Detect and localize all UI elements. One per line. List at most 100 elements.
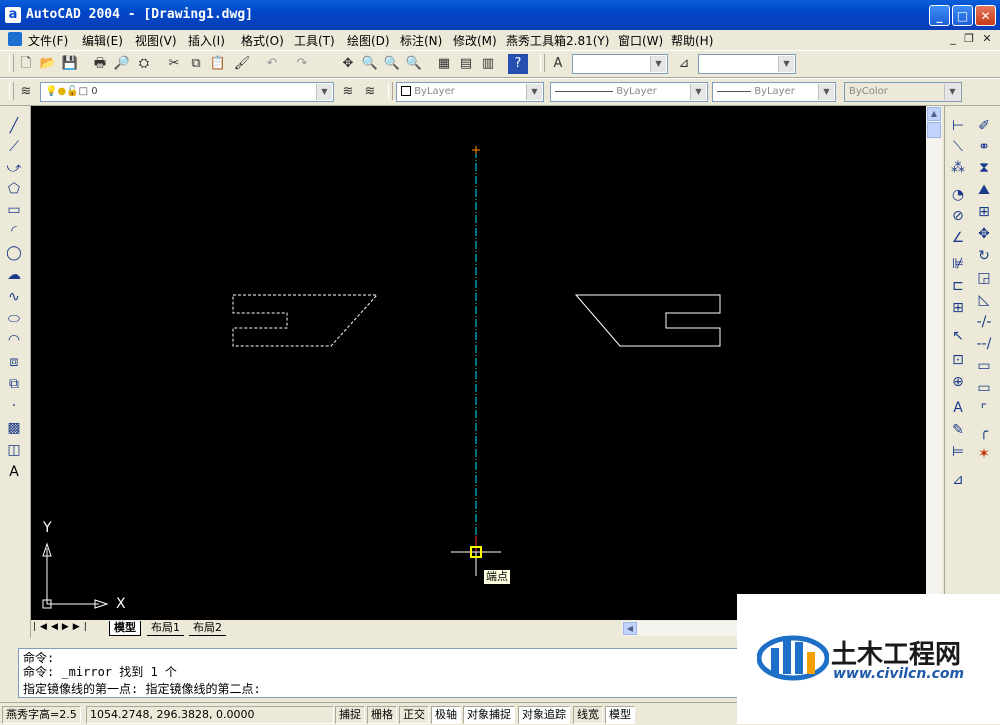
drawing-canvas[interactable]: Y X 端点 (31, 106, 926, 620)
mdi-minimize-button[interactable]: _ (946, 32, 960, 46)
move-icon[interactable]: ✥ (973, 224, 995, 244)
polyline-icon[interactable]: ⤻ (3, 158, 25, 178)
scale-icon[interactable]: ◲ (973, 268, 995, 288)
menu-window[interactable]: 窗口(W) (618, 32, 663, 49)
pan-icon[interactable]: ✥ (338, 54, 358, 74)
construction-line-icon[interactable]: ⟋ (3, 137, 25, 157)
snap-toggle[interactable]: 捕捉 (335, 706, 365, 724)
hatch-icon[interactable]: ▩ (3, 418, 25, 438)
paste-icon[interactable]: 📋 (208, 54, 228, 74)
multiline-text-icon[interactable]: A (3, 462, 25, 482)
maximize-button[interactable]: □ (952, 5, 973, 26)
offset-icon[interactable]: ⛰ (973, 180, 995, 200)
ortho-toggle[interactable]: 正交 (399, 706, 429, 724)
zoom-previous-icon[interactable]: 🔍 (404, 54, 424, 74)
ellipse-arc-icon[interactable]: ◠ (3, 330, 25, 350)
array-icon[interactable]: ⊞ (973, 202, 995, 222)
otrack-toggle[interactable]: 对象追踪 (518, 706, 570, 724)
grid-toggle[interactable]: 栅格 (367, 706, 397, 724)
coordinate-readout[interactable]: 1054.2748, 296.3828, 0.0000 (86, 706, 334, 724)
tolerance-icon[interactable]: ⊡ (947, 350, 969, 370)
dimension-text-edit-icon[interactable]: ✎ (947, 420, 969, 440)
match-properties-icon[interactable]: 🖌 (232, 54, 252, 74)
radius-dimension-icon[interactable]: ◔ (947, 185, 969, 205)
menu-help[interactable]: 帮助(H) (671, 32, 713, 49)
toolbar-grip[interactable] (9, 54, 14, 72)
zoom-realtime-icon[interactable]: 🔍 (360, 54, 380, 74)
diameter-dimension-icon[interactable]: ⊘ (947, 206, 969, 226)
selected-object-dashed[interactable] (232, 294, 379, 347)
quick-dimension-icon[interactable]: ⊯ (947, 254, 969, 274)
menu-insert[interactable]: 插入(I) (188, 32, 225, 49)
doc-icon[interactable] (8, 32, 22, 46)
dimension-style-icon[interactable]: ⊿ (947, 470, 969, 490)
linear-dimension-icon[interactable]: ⊢ (947, 116, 969, 136)
dim-style-icon[interactable]: ⊿ (674, 54, 694, 74)
dimension-edit-icon[interactable]: A (947, 398, 969, 418)
continue-dimension-icon[interactable]: ⊞ (947, 298, 969, 318)
undo-icon[interactable]: ↶ (262, 54, 282, 74)
quick-leader-icon[interactable]: ↖ (947, 326, 969, 346)
save-icon[interactable]: 💾 (60, 54, 80, 74)
toolbar-grip[interactable] (540, 54, 545, 72)
point-icon[interactable]: · (3, 396, 25, 416)
dim-style-combo[interactable]: ▼ (698, 54, 796, 74)
scroll-up-icon[interactable]: ▲ (927, 107, 941, 121)
osnap-toggle[interactable]: 对象捕捉 (463, 706, 515, 724)
vertical-scroll-thumb[interactable] (927, 122, 941, 138)
new-icon[interactable]: 🗋 (16, 54, 36, 74)
polar-toggle[interactable]: 极轴 (431, 706, 461, 724)
cut-icon[interactable]: ✂ (164, 54, 184, 74)
dimension-update-icon[interactable]: ⊨ (947, 442, 969, 462)
command-window[interactable]: 命令: 命令: _mirror 找到 1 个 指定镜像线的第一点: 指定镜像线的… (18, 648, 738, 698)
mdi-close-button[interactable]: ✕ (980, 32, 994, 46)
help-icon[interactable]: ? (508, 54, 528, 74)
circle-icon[interactable]: ◯ (3, 243, 25, 263)
revision-cloud-icon[interactable]: ☁ (3, 265, 25, 285)
polygon-icon[interactable]: ⬠ (3, 179, 25, 199)
color-combo[interactable]: ByLayer ▼ (396, 82, 544, 102)
aligned-dimension-icon[interactable]: ⟍ (947, 137, 969, 157)
tab-layout2[interactable]: 布局2 (189, 621, 226, 636)
vertical-scrollbar[interactable]: ▲ (926, 106, 942, 620)
stretch-icon[interactable]: ◺ (973, 290, 995, 310)
lineweight-toggle[interactable]: 线宽 (573, 706, 603, 724)
erase-icon[interactable]: ✐ (973, 116, 995, 136)
angular-dimension-icon[interactable]: ∠ (947, 228, 969, 248)
spline-icon[interactable]: ∿ (3, 287, 25, 307)
menu-yanxiu-toolbox[interactable]: 燕秀工具箱2.81(Y) (506, 32, 609, 49)
menu-view[interactable]: 视图(V) (135, 32, 177, 49)
explode-icon[interactable]: ✶ (973, 444, 995, 464)
extend-icon[interactable]: --/ (973, 334, 995, 354)
plotstyle-combo[interactable]: ByColor ▼ (844, 82, 962, 102)
linetype-combo[interactable]: ByLayer ▼ (550, 82, 708, 102)
text-style-combo[interactable]: ▼ (572, 54, 668, 74)
scroll-left-icon[interactable]: ◀ (623, 622, 637, 635)
command-prompt[interactable]: 指定镜像线的第一点: 指定镜像线的第二点: (23, 680, 261, 697)
mdi-restore-button[interactable]: ❐ (962, 32, 976, 46)
ordinate-dimension-icon[interactable]: ⁂ (947, 158, 969, 178)
design-center-icon[interactable]: ▤ (456, 54, 476, 74)
toolbar-grip[interactable] (388, 82, 393, 100)
fillet-icon[interactable]: ╭ (973, 422, 995, 442)
break-icon[interactable]: ▭ (973, 378, 995, 398)
baseline-dimension-icon[interactable]: ⊏ (947, 276, 969, 296)
layer-manager-icon[interactable]: ≋ (16, 82, 36, 102)
mirror-icon[interactable]: ⧗ (973, 158, 995, 178)
tab-model[interactable]: 模型 (109, 621, 141, 636)
menu-draw[interactable]: 绘图(D) (347, 32, 390, 49)
menu-dimension[interactable]: 标注(N) (400, 32, 442, 49)
print-icon[interactable]: 🖶 (90, 54, 110, 74)
open-icon[interactable]: 📂 (38, 54, 58, 74)
rectangle-icon[interactable]: ▭ (3, 200, 25, 220)
trim-icon[interactable]: -/- (973, 312, 995, 332)
break-at-point-icon[interactable]: ▭ (973, 356, 995, 376)
lineweight-combo[interactable]: ByLayer ▼ (712, 82, 836, 102)
region-icon[interactable]: ◫ (3, 440, 25, 460)
toolbar-grip[interactable] (9, 82, 14, 100)
tab-nav-icons[interactable]: |◀◀▶▶| (33, 622, 91, 632)
zoom-window-icon[interactable]: 🔍 (382, 54, 402, 74)
text-style-icon[interactable]: A (548, 54, 568, 74)
make-block-icon[interactable]: ⧉ (3, 374, 25, 394)
menu-format[interactable]: 格式(O) (241, 32, 284, 49)
